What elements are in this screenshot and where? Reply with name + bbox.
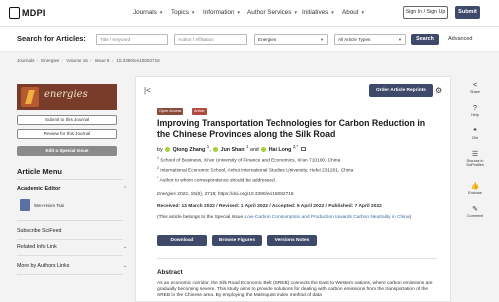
- open-access-badge: Open Access: [157, 108, 184, 115]
- journal-banner[interactable]: energies: [17, 84, 117, 110]
- comment-icon: ✎: [472, 206, 478, 213]
- chevron-down-icon: ▼: [320, 37, 324, 42]
- submit-to-journal-button[interactable]: Submit to this Journal: [17, 115, 117, 125]
- related-info-link[interactable]: Related Info Link: [17, 244, 57, 250]
- breadcrumb-issue[interactable]: Issue 8: [95, 58, 110, 63]
- discuss-tool[interactable]: ☰ Discuss in SciProfiles: [459, 151, 491, 168]
- abstract-heading: Abstract: [157, 269, 183, 276]
- help-tool[interactable]: ? Help: [459, 105, 491, 117]
- profile-icon: [213, 146, 219, 152]
- breadcrumb: Journals › Energies › Volume 15 › Issue 8 › …: [17, 58, 160, 63]
- energies-logo-icon: [21, 87, 39, 107]
- top-navbar: MDPI Journals ▼ Topics ▼ Information ▼ Auth…: [0, 0, 499, 27]
- article-menu-heading: Article Menu: [17, 167, 63, 176]
- article-type-badge: Article: [192, 108, 207, 115]
- chevron-down-icon: ▼: [398, 37, 402, 42]
- doi-link[interactable]: 2022, 15(8), 2718; https://doi.org/10.33…: [177, 192, 293, 197]
- cite-tool[interactable]: ❝ Cite: [459, 128, 491, 140]
- publication-dates: Received: 13 March 2022 / Revised: 1 Apr…: [157, 204, 382, 209]
- more-by-authors-link[interactable]: More by Authors Links: [17, 263, 69, 269]
- chevron-down-icon: ▼: [158, 10, 164, 15]
- affiliation: 2 International Economic School, Anhui I…: [157, 166, 354, 174]
- search-button[interactable]: Search: [411, 34, 439, 45]
- order-reprints-button[interactable]: Order Article Reprints: [369, 84, 433, 97]
- chevron-down-icon: ▼: [360, 10, 365, 15]
- sign-in-button[interactable]: Sign In / Sign Up: [403, 6, 448, 19]
- article-type-select[interactable]: All Article Types ▼: [334, 34, 406, 45]
- special-issue-note: (This article belongs to the Special Iss…: [157, 215, 412, 220]
- chevron-down-icon: ▼: [236, 10, 241, 15]
- affiliation: 1 School of Business, Xi'an University o…: [157, 156, 341, 164]
- mdpi-logo[interactable]: MDPI: [9, 5, 45, 21]
- search-bar: Search for Articles: Title / Keyword Aut…: [0, 27, 499, 52]
- subscribe-scifeed-link[interactable]: Subscribe SciFeed: [17, 228, 61, 234]
- share-icon: <: [472, 82, 478, 89]
- editor-name[interactable]: Wen-Hsien Tsai: [34, 203, 64, 208]
- advanced-search-link[interactable]: Advanced: [448, 36, 472, 42]
- article-title: Improving Transportation Technologies fo…: [157, 118, 426, 139]
- abstract-text: As an economic corridor, the Silk Road E…: [157, 281, 433, 299]
- chevron-down-icon: ▼: [330, 10, 335, 15]
- versions-notes-button[interactable]: Versions Notes: [267, 235, 317, 246]
- chevron-down-icon: ▼: [293, 10, 298, 15]
- nav-information[interactable]: Information ▼: [203, 9, 241, 16]
- author-link[interactable]: Qiong Zhang: [173, 147, 206, 153]
- article-panel: |< Order Article Reprints ⚙ Open Access …: [135, 76, 451, 302]
- endorse-icon: 👍: [470, 183, 480, 190]
- chevron-up-icon[interactable]: ⌃: [123, 186, 127, 192]
- comment-tool[interactable]: ✎ Comment: [459, 206, 491, 218]
- endorse-tool[interactable]: 👍 Endorse: [459, 183, 491, 195]
- browse-figures-button[interactable]: Browse Figures: [212, 235, 262, 246]
- review-for-journal-button[interactable]: Review for this Journal: [17, 129, 117, 139]
- affiliation: * Author to whom correspondence should b…: [157, 176, 276, 184]
- cite-icon: ❝: [473, 128, 477, 135]
- gear-icon[interactable]: ⚙: [435, 86, 442, 95]
- profile-icon: [261, 146, 267, 152]
- citation-line: Energies 2022, 15(8), 2718; https://doi.…: [157, 192, 294, 197]
- title-keyword-input[interactable]: Title / Keyword: [96, 34, 168, 45]
- nav-initiatives[interactable]: Initiatives ▼: [302, 9, 335, 16]
- email-icon[interactable]: [300, 147, 306, 152]
- breadcrumb-journals[interactable]: Journals: [17, 58, 34, 63]
- breadcrumb-volume[interactable]: Volume 15: [66, 58, 88, 63]
- divider: [17, 179, 123, 180]
- divider: [17, 239, 123, 240]
- divider: [157, 258, 437, 259]
- author-link[interactable]: Jun Shan: [221, 147, 245, 153]
- divider: [17, 255, 123, 256]
- search-label: Search for Articles:: [17, 34, 86, 43]
- author-list: by Qiong Zhang 1, Jun Shan 1 and Hai Lon…: [157, 144, 306, 153]
- divider: [17, 274, 123, 275]
- help-icon: ?: [473, 105, 477, 112]
- breadcrumb-energies[interactable]: Energies: [41, 58, 59, 63]
- chevron-down-icon[interactable]: ⌄: [123, 244, 127, 250]
- edit-special-issue-button[interactable]: Edit a Special Issue: [17, 146, 117, 156]
- left-sidebar: energies Submit to this Journal Review f…: [0, 68, 133, 302]
- chevron-down-icon: ▼: [190, 10, 196, 15]
- nav-journals[interactable]: Journals ▼: [133, 9, 163, 16]
- profile-icon: [165, 146, 171, 152]
- share-tool[interactable]: < Share: [459, 82, 491, 94]
- academic-editor-heading: Academic Editor: [17, 186, 61, 192]
- author-link[interactable]: Hai Long: [269, 147, 292, 153]
- editor-avatar: [20, 199, 30, 211]
- nav-about[interactable]: About ▼: [342, 9, 365, 16]
- nav-author-services[interactable]: Author Services ▼: [247, 9, 298, 16]
- breadcrumb-doi: 10.3390/en15082718: [116, 58, 160, 63]
- collapse-sidebar-icon[interactable]: |<: [144, 86, 151, 95]
- submit-button[interactable]: Submit: [455, 6, 480, 19]
- divider: [17, 220, 123, 221]
- download-button[interactable]: Download: [157, 235, 207, 246]
- logo-mark-icon: [9, 7, 20, 19]
- nav-topics[interactable]: Topics ▼: [171, 9, 195, 16]
- discuss-icon: ☰: [471, 151, 479, 158]
- special-issue-link[interactable]: Low-Carbon Consumption and Production to…: [244, 215, 409, 220]
- journal-select[interactable]: Energies ▼: [254, 34, 328, 45]
- chevron-down-icon[interactable]: ⌄: [123, 263, 127, 269]
- author-affiliation-input[interactable]: Author / Affiliation: [174, 34, 247, 45]
